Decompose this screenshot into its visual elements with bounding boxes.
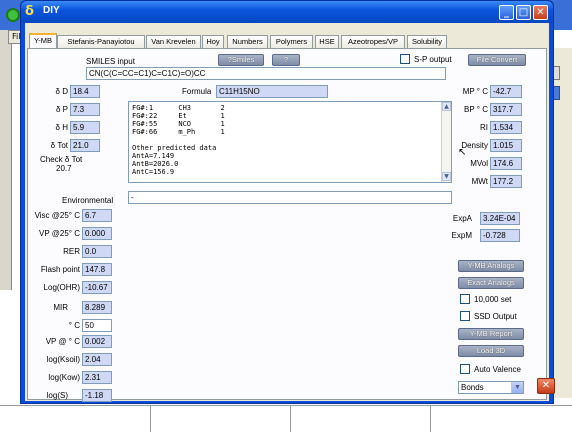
vpt-field[interactable]: 0.002: [82, 335, 112, 348]
density-field[interactable]: 1.015: [490, 139, 522, 152]
dp-label: δ P: [55, 105, 68, 114]
vpt-label: VP @ ° C: [45, 337, 80, 346]
sp-output-checkbox[interactable]: [400, 54, 410, 64]
mp-field[interactable]: -42.7: [490, 85, 522, 98]
check-dtot-value: 20.7: [56, 164, 72, 173]
logs-label: log(S): [46, 391, 68, 400]
auto-valence-checkbox[interactable]: [460, 364, 470, 374]
bp-field[interactable]: 317.7: [490, 103, 522, 116]
chevron-down-icon[interactable]: ▼: [511, 382, 523, 393]
logksoil-field[interactable]: 2.04: [82, 353, 112, 366]
ri-field[interactable]: 1.534: [490, 121, 522, 134]
mwt-label: MWt: [471, 177, 488, 186]
mir-label: MIR: [53, 303, 68, 312]
mvol-label: MVol: [470, 159, 488, 168]
ssd-output-checkbox[interactable]: [460, 311, 470, 321]
expm-label: ExpM: [451, 231, 472, 240]
ymb-report-button[interactable]: Y-MB Report: [458, 328, 524, 340]
logohr-field[interactable]: -10.67: [82, 281, 112, 294]
bp-label: BP ° C: [464, 105, 488, 114]
vp25-field[interactable]: 0.000: [82, 227, 112, 240]
exit-button[interactable]: ✕: [537, 378, 555, 394]
logksoil-label: log(Ksoil): [46, 355, 80, 364]
rer-label: RER: [63, 247, 80, 256]
environmental-label: Environmental: [62, 196, 114, 205]
delta-icon: δ: [25, 4, 34, 19]
file-convert-button[interactable]: File Convert: [468, 54, 526, 66]
ymb-analogs-button[interactable]: Y-MB Analogs: [458, 260, 524, 272]
smiles-help-button[interactable]: ?Smiles: [218, 54, 264, 66]
diy-window: δ DIY _ □ ✕ Y-MB Stefanis-Panayiotou Van…: [20, 0, 554, 404]
dtot-field[interactable]: 21.0: [70, 139, 100, 152]
fg-results-textarea[interactable]: FG#:1 CH3 2 FG#:22 Et 1 FG#:55 NCO 1 FG#…: [128, 101, 452, 183]
set10000-checkbox[interactable]: [460, 294, 470, 304]
flash-point-label: Flash point: [40, 265, 80, 274]
bonds-select-value: Bonds: [461, 383, 484, 392]
title-bar[interactable]: δ DIY _ □ ✕: [21, 1, 553, 23]
environmental-field[interactable]: -: [128, 191, 452, 204]
expm-field[interactable]: -0.728: [480, 229, 520, 242]
sp-output-label: S-P output: [414, 55, 452, 64]
exact-analogs-button[interactable]: Exact Analogs: [458, 277, 524, 289]
tab-stefanis[interactable]: Stefanis-Panayiotou: [57, 35, 145, 48]
density-label: Density: [461, 141, 488, 150]
bonds-select[interactable]: Bonds ▼: [458, 381, 524, 394]
temp-field[interactable]: 50: [82, 319, 112, 332]
visc-label: Visc @25° C: [34, 211, 80, 220]
logohr-label: Log(OHR): [43, 283, 80, 292]
tab-solubility[interactable]: Solubility: [407, 35, 447, 48]
window-client: Y-MB Stefanis-Panayiotou Van Krevelen Ho…: [25, 23, 549, 402]
smiles-input[interactable]: CN(C(C=CC=C1)C=C1C)=O)CC: [86, 67, 446, 80]
formula-field[interactable]: C11H15NO: [216, 85, 328, 98]
mvol-field[interactable]: 174.6: [490, 157, 522, 170]
visc-field[interactable]: 6.7: [82, 209, 112, 222]
tab-ymb[interactable]: Y-MB: [29, 33, 57, 49]
auto-valence-label: Auto Valence: [474, 365, 521, 374]
mwt-field[interactable]: 177.2: [490, 175, 522, 188]
minimize-icon[interactable]: _: [499, 5, 514, 20]
window-title: DIY: [43, 5, 60, 16]
background-window-bottom: [0, 405, 572, 432]
set10000-label: 10,000 set: [474, 295, 512, 304]
tab-hoy[interactable]: Hoy: [202, 35, 224, 48]
background-window-left: [0, 30, 12, 290]
tab-numbers[interactable]: Numbers: [227, 35, 268, 48]
dd-label: δ D: [55, 87, 68, 96]
app-icon[interactable]: [6, 8, 20, 22]
check-dtot-label: Check δ Tot: [40, 155, 83, 164]
expa-field[interactable]: 3.24E-04: [480, 212, 520, 225]
tab-polymers[interactable]: Polymers: [270, 35, 313, 48]
dh-field[interactable]: 5.9: [70, 121, 100, 134]
dd-field[interactable]: 18.4: [70, 85, 100, 98]
tab-hse[interactable]: HSE: [315, 35, 339, 48]
dtot-label: δ Tot: [50, 141, 68, 150]
ssd-output-label: SSD Output: [474, 312, 517, 321]
formula-label: Formula: [182, 87, 212, 96]
rer-field[interactable]: 0.0: [82, 245, 112, 258]
fg-results-text: FG#:1 CH3 2 FG#:22 Et 1 FG#:55 NCO 1 FG#…: [132, 104, 225, 176]
ri-label: RI: [480, 123, 488, 132]
dp-field[interactable]: 7.3: [70, 103, 100, 116]
load-3d-button[interactable]: Load 3D: [458, 345, 524, 357]
tab-van-krevelen[interactable]: Van Krevelen: [146, 35, 201, 48]
logs-field[interactable]: -1.18: [82, 389, 112, 402]
close-icon[interactable]: ✕: [533, 5, 548, 20]
maximize-icon[interactable]: □: [516, 5, 531, 20]
flash-point-field[interactable]: 147.8: [82, 263, 112, 276]
logkow-field[interactable]: 2.31: [82, 371, 112, 384]
mouse-cursor-icon: ↖: [458, 147, 467, 158]
smiles-label: SMILES input: [86, 57, 135, 66]
logkow-label: log(Kow): [48, 373, 80, 382]
tab-azeotropes[interactable]: Azeotropes/VP: [341, 35, 405, 48]
mir-field[interactable]: 8.289: [82, 301, 112, 314]
help-button[interactable]: ?: [272, 54, 300, 66]
mp-label: MP ° C: [462, 87, 488, 96]
ymb-panel: SMILES input ?Smiles ? S-P output File C…: [27, 48, 547, 402]
dh-label: δ H: [55, 123, 68, 132]
vp25-label: VP @25° C: [39, 229, 80, 238]
expa-label: ExpA: [452, 214, 472, 223]
temp-label: ° C: [68, 321, 80, 330]
